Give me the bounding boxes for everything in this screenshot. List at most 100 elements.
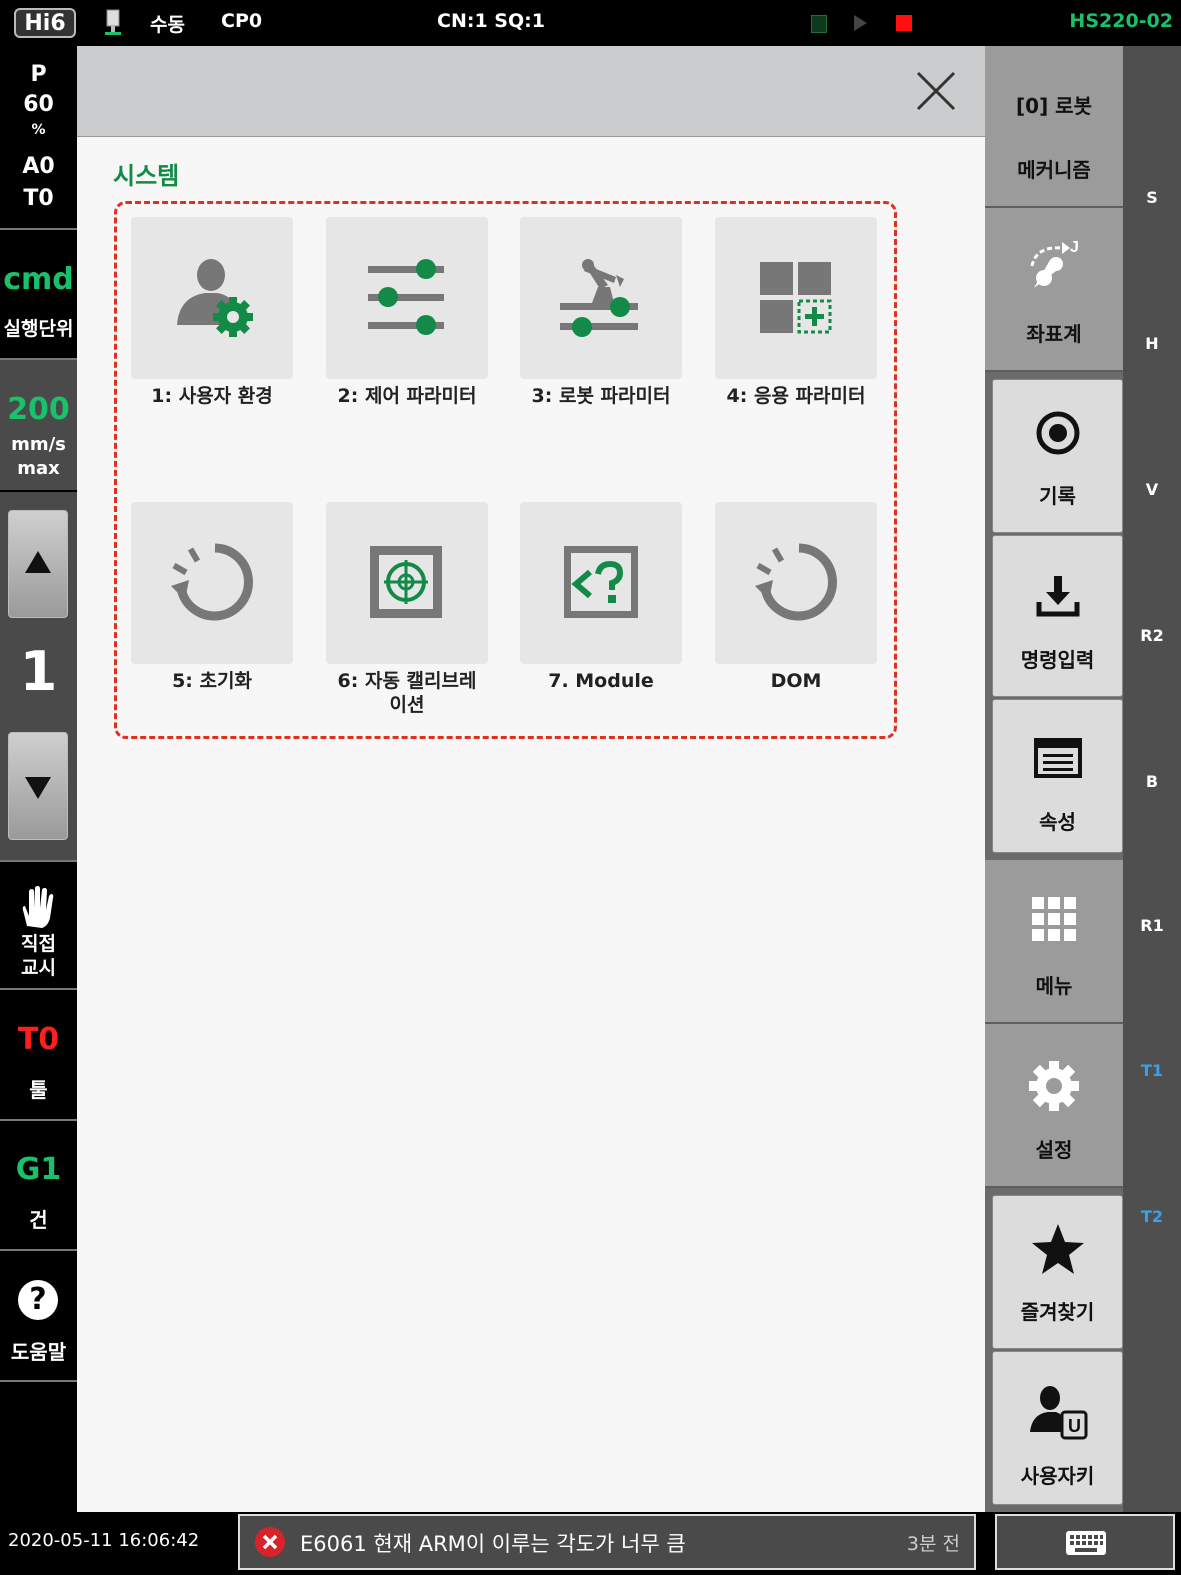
robot-model-label: HS220-02 bbox=[1069, 10, 1173, 32]
menu-button[interactable]: 메뉴 bbox=[985, 860, 1123, 1024]
properties-window-icon bbox=[1033, 738, 1082, 778]
coordinate-button[interactable]: J 좌표계 bbox=[985, 208, 1123, 372]
gun-value[interactable]: G1 bbox=[0, 1152, 77, 1187]
user-key-label: 사용자키 bbox=[1020, 1464, 1095, 1488]
direct-teach-button[interactable]: 직접 교시 bbox=[0, 932, 77, 980]
coordinate-joint-icon: J bbox=[1024, 238, 1084, 294]
top-status-bar: Hi6 수동 CP0 CN:1 SQ:1 HS220-02 bbox=[0, 0, 1181, 46]
app-grid-add-icon bbox=[760, 262, 832, 334]
down-arrow-icon bbox=[25, 777, 51, 799]
step-number: 1 bbox=[19, 640, 58, 703]
max-speed-unit: mm/s bbox=[11, 434, 66, 455]
speed-value[interactable]: 60 bbox=[0, 92, 77, 117]
tile-reset[interactable] bbox=[131, 502, 293, 664]
section-title: 시스템 bbox=[113, 162, 180, 190]
bottom-status-bar: 2020-05-11 16:06:42 E6061 현재 ARM이 이루는 각도… bbox=[0, 1512, 1181, 1575]
coordinate-label: 좌표계 bbox=[1026, 322, 1082, 346]
settings-label: 설정 bbox=[1035, 1138, 1073, 1162]
a-value: A0 bbox=[22, 154, 55, 179]
up-arrow-icon bbox=[25, 551, 51, 573]
tile-robot-parameter[interactable] bbox=[520, 217, 682, 379]
axis-label-t2[interactable]: T2 bbox=[1123, 1207, 1181, 1226]
tile-control-parameter-label[interactable]: 2: 제어 파라미터 bbox=[310, 384, 504, 408]
hi6-logo[interactable]: Hi6 bbox=[14, 8, 76, 38]
menu-grid-icon bbox=[1031, 896, 1077, 942]
axis-label-b[interactable]: B bbox=[1123, 772, 1181, 791]
axis-label-r1[interactable]: R1 bbox=[1123, 916, 1181, 935]
tile-control-parameter[interactable] bbox=[326, 217, 488, 379]
close-icon[interactable] bbox=[915, 70, 957, 112]
keyboard-button[interactable] bbox=[995, 1514, 1175, 1570]
command-input-button[interactable]: 명령입력 bbox=[992, 535, 1123, 697]
tile-application-parameter-label[interactable]: 4: 응용 파라미터 bbox=[699, 384, 893, 408]
favorites-button[interactable]: 즐겨찾기 bbox=[992, 1195, 1123, 1349]
tile-user-environment[interactable] bbox=[131, 217, 293, 379]
program-label[interactable]: CP0 bbox=[221, 10, 262, 32]
sliders-icon bbox=[368, 259, 444, 335]
cmd-sub-label: 실행단위 bbox=[3, 318, 74, 340]
pendant-icon bbox=[104, 9, 122, 37]
axis-label-r2[interactable]: R2 bbox=[1123, 626, 1181, 645]
tile-module-label[interactable]: 7. Module bbox=[504, 669, 698, 693]
mechanism-label: 메커니즘 bbox=[1017, 158, 1091, 182]
tile-user-environment-label[interactable]: 1: 사용자 환경 bbox=[115, 384, 309, 408]
play-icon[interactable] bbox=[854, 15, 867, 31]
command-input-label: 명령입력 bbox=[1020, 648, 1095, 672]
tile-dom[interactable] bbox=[715, 502, 877, 664]
user-key-button[interactable]: U 사용자키 bbox=[992, 1351, 1123, 1505]
speed-p-label: P bbox=[30, 62, 47, 87]
right-function-panel: [0] 로봇 메커니즘 J 좌표계 기록 명령입력 속성 메뉴 설정 즐겨찾기 … bbox=[985, 46, 1123, 1512]
tile-auto-calibration[interactable] bbox=[326, 502, 488, 664]
step-up-button[interactable] bbox=[8, 510, 68, 618]
tile-application-parameter[interactable] bbox=[715, 217, 877, 379]
max-speed-max: max bbox=[17, 458, 60, 479]
step-label: CN:1 SQ:1 bbox=[437, 10, 545, 32]
t-value: T0 bbox=[23, 186, 54, 211]
robot-label: [0] 로봇 bbox=[1016, 94, 1092, 118]
robot-arm-icon bbox=[560, 259, 638, 337]
message-time: 3분 전 bbox=[906, 1533, 960, 1555]
step-down-button[interactable] bbox=[8, 732, 68, 840]
download-icon bbox=[1035, 572, 1081, 618]
reset-icon bbox=[755, 543, 837, 621]
properties-button[interactable]: 속성 bbox=[992, 699, 1123, 853]
tile-module[interactable] bbox=[520, 502, 682, 664]
tile-robot-parameter-label[interactable]: 3: 로봇 파라미터 bbox=[504, 384, 698, 408]
axis-label-t1[interactable]: T1 bbox=[1123, 1061, 1181, 1080]
gear-icon bbox=[1028, 1060, 1080, 1112]
mode-label[interactable]: 수동 bbox=[150, 10, 185, 37]
dialog-header bbox=[77, 46, 985, 137]
main-panel: 시스템 1: 사용자 환경 2: 제어 파라미터 3: 로봇 파라미터 4: 응… bbox=[77, 46, 985, 1512]
axis-label-v[interactable]: V bbox=[1123, 480, 1181, 499]
tile-dom-label[interactable]: DOM bbox=[699, 669, 893, 693]
user-key-icon: U bbox=[1028, 1384, 1088, 1440]
datetime-label: 2020-05-11 16:06:42 bbox=[8, 1530, 200, 1551]
error-message: E6061 현재 ARM이 이루는 각도가 너무 큼 bbox=[300, 1532, 686, 1556]
robot-mechanism-button[interactable]: [0] 로봇 메커니즘 bbox=[985, 46, 1123, 208]
star-icon bbox=[1030, 1222, 1086, 1278]
speed-unit: % bbox=[31, 122, 46, 138]
help-label[interactable]: 도움말 bbox=[0, 1336, 77, 1365]
tool-value[interactable]: T0 bbox=[0, 1022, 77, 1057]
keyboard-icon bbox=[1065, 1530, 1107, 1556]
max-speed-value: 200 bbox=[7, 392, 70, 427]
svg-text:U: U bbox=[1068, 1416, 1081, 1436]
menu-label: 메뉴 bbox=[1035, 974, 1073, 998]
tile-reset-label[interactable]: 5: 초기화 bbox=[115, 669, 309, 693]
left-status-column: P 60 % A0 T0 cmd 실행단위 200 mm/s max 1 직접 … bbox=[0, 46, 77, 1516]
tool-label: 툴 bbox=[29, 1078, 48, 1102]
error-icon bbox=[254, 1526, 286, 1558]
hand-icon bbox=[17, 886, 59, 930]
cmd-label[interactable]: cmd bbox=[0, 262, 77, 297]
axis-label-h[interactable]: H bbox=[1123, 334, 1181, 353]
message-bar[interactable]: E6061 현재 ARM이 이루는 각도가 너무 큼 3분 전 bbox=[238, 1514, 976, 1570]
settings-button[interactable]: 설정 bbox=[985, 1024, 1123, 1188]
properties-label: 속성 bbox=[1039, 810, 1076, 834]
calibration-target-icon bbox=[370, 546, 442, 618]
help-icon[interactable]: ? bbox=[18, 1280, 58, 1320]
record-button[interactable]: 기록 bbox=[992, 379, 1123, 533]
user-settings-icon bbox=[177, 259, 253, 337]
axis-label-s[interactable]: S bbox=[1123, 188, 1181, 207]
tile-auto-calibration-label[interactable]: 6: 자동 캘리브레 이션 bbox=[310, 669, 504, 717]
stop-icon[interactable] bbox=[896, 15, 912, 31]
